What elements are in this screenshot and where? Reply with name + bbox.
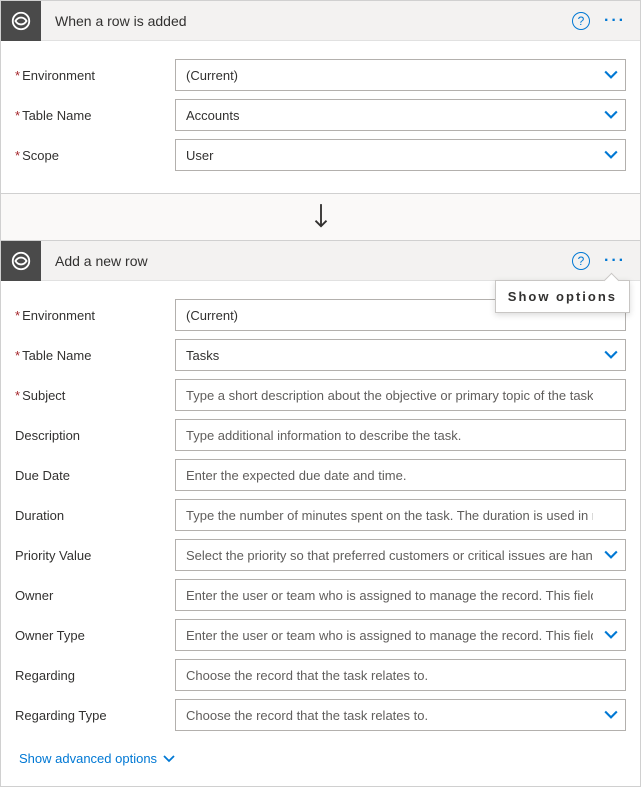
action-tablename-select[interactable] [175,339,626,371]
action-duedate-input[interactable] [175,459,626,491]
more-options-icon[interactable]: ··· [604,12,626,30]
action-card: Add a new row ? ··· Show options *Enviro… [0,240,641,787]
label-duedate: Due Date [15,468,175,483]
label-regarding: Regarding [15,668,175,683]
trigger-title: When a row is added [41,13,572,29]
trigger-header[interactable]: When a row is added ? ··· [1,1,640,41]
trigger-environment-select[interactable] [175,59,626,91]
action-regarding-input[interactable] [175,659,626,691]
show-advanced-options-link[interactable]: Show advanced options [15,739,179,772]
trigger-tablename-select[interactable] [175,99,626,131]
action-header[interactable]: Add a new row ? ··· Show options [1,241,640,281]
chevron-down-icon [163,753,175,765]
label-scope: *Scope [15,148,175,163]
action-duration-input[interactable] [175,499,626,531]
label-tablename: *Table Name [15,108,175,123]
label-ownertype: Owner Type [15,628,175,643]
label-description: Description [15,428,175,443]
action-subject-input[interactable] [175,379,626,411]
action-regardingtype-select[interactable] [175,699,626,731]
action-ownertype-select[interactable] [175,619,626,651]
help-icon[interactable]: ? [572,12,590,30]
more-options-tooltip: Show options [495,280,630,313]
help-icon[interactable]: ? [572,252,590,270]
trigger-card: When a row is added ? ··· *Environment *… [0,0,641,194]
label-subject: *Subject [15,388,175,403]
show-advanced-label: Show advanced options [19,751,157,766]
action-title: Add a new row [41,253,572,269]
dataverse-logo-icon [1,1,41,41]
action-owner-input[interactable] [175,579,626,611]
action-priority-select[interactable] [175,539,626,571]
dataverse-logo-icon [1,241,41,281]
label-duration: Duration [15,508,175,523]
label-owner: Owner [15,588,175,603]
label-tablename: *Table Name [15,348,175,363]
label-priority: Priority Value [15,548,175,563]
action-description-input[interactable] [175,419,626,451]
label-regardingtype: Regarding Type [15,708,175,723]
flow-arrow [0,194,641,240]
more-options-icon[interactable]: ··· Show options [604,252,626,270]
label-environment: *Environment [15,68,175,83]
trigger-scope-select[interactable] [175,139,626,171]
label-environment: *Environment [15,308,175,323]
